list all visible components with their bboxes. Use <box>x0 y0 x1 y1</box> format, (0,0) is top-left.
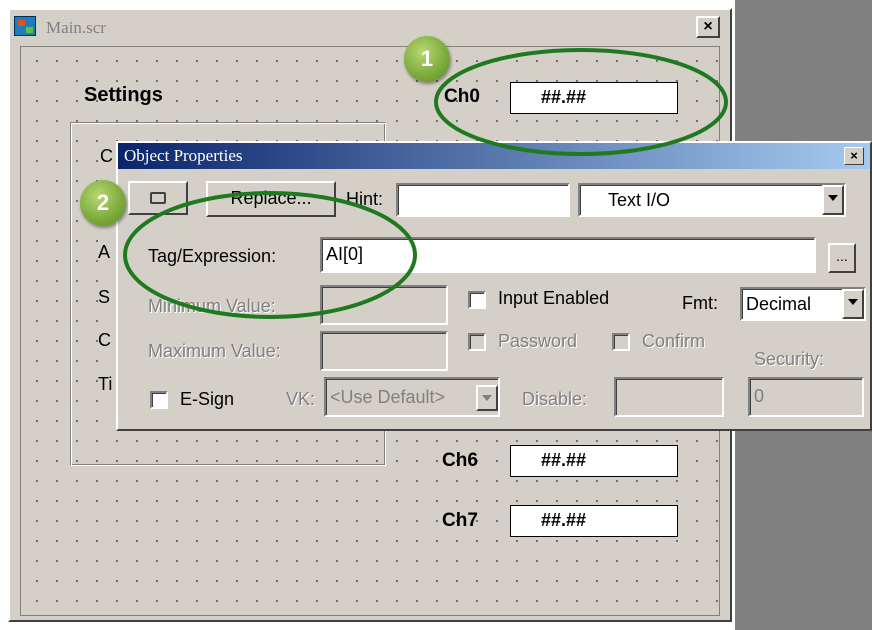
callout-2-ring <box>123 191 417 319</box>
callout-2-badge: 2 <box>80 180 126 226</box>
callout-1-ring <box>434 48 728 156</box>
callout-overlay <box>123 48 728 319</box>
callout-1-badge: 1 <box>404 36 450 82</box>
